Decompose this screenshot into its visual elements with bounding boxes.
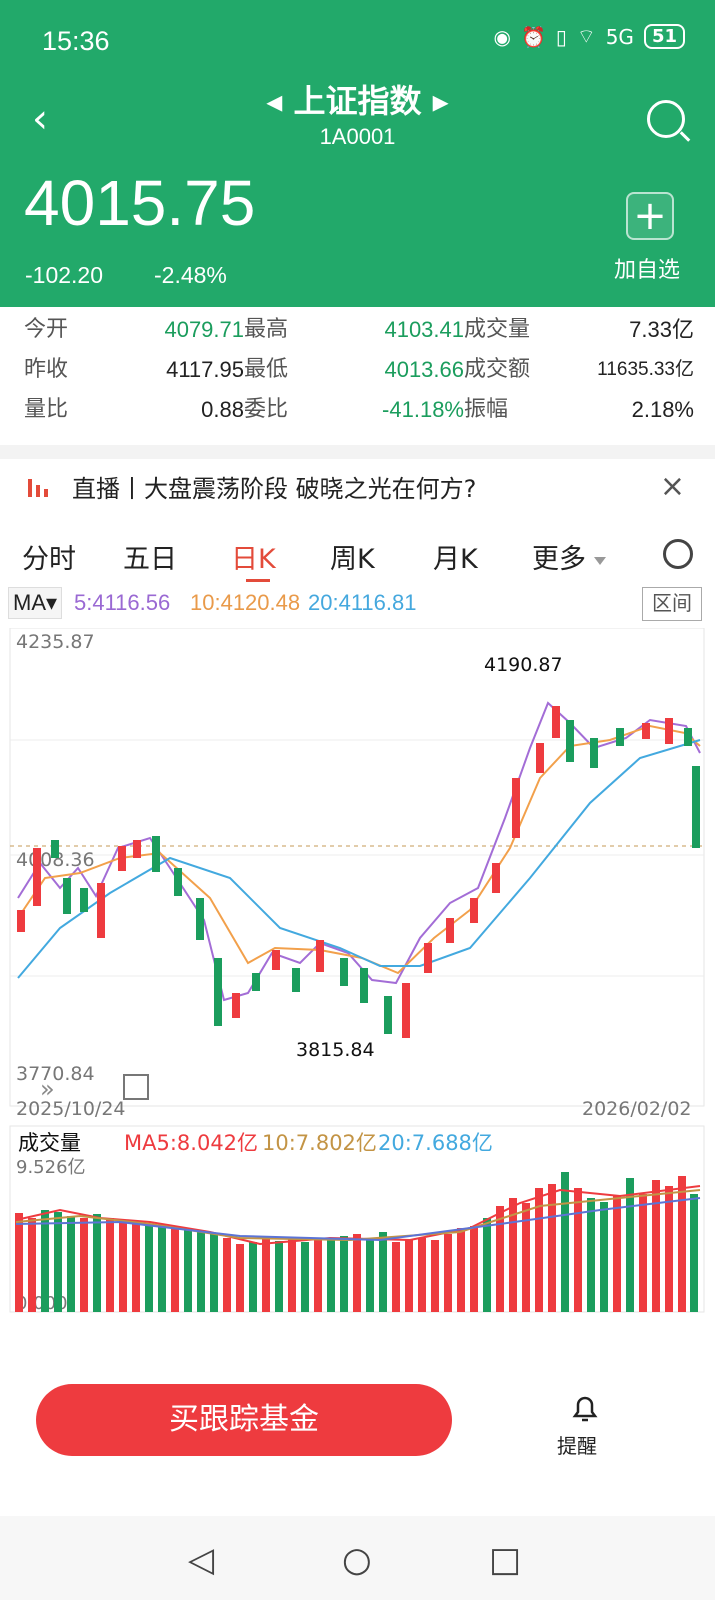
recent-apps-icon[interactable]: □ [489, 1540, 521, 1580]
close-icon[interactable]: × [660, 469, 685, 504]
stock-name: 上证指数 [293, 82, 422, 120]
back-navigation-icon[interactable]: ◁ [188, 1540, 214, 1580]
stat-label: 昨收 [24, 357, 69, 382]
stat-value: 4013.66 [384, 357, 464, 382]
start-date-label: 2025/10/24 [16, 1098, 126, 1120]
current-price: 4015.75 [24, 167, 256, 239]
stat-label: 成交量 [464, 317, 531, 342]
vibrate-icon: ▯ [555, 24, 567, 49]
stat-label: 振幅 [464, 397, 509, 422]
stat-value: 4117.95 [166, 357, 244, 382]
low-price-label: 3815.84 [296, 1039, 375, 1061]
stat-value: 7.33亿 [629, 317, 694, 342]
volume-ma5: MA5:8.042亿 [124, 1131, 258, 1155]
stock-header: 15:36 ◉ ⏰ ▯ ⌔ 5G 51 ‹ ◂ 上证指数 ▸ 1A0001 40… [0, 0, 715, 307]
previous-stock-icon[interactable]: ◂ [266, 82, 293, 120]
tab-daily-k[interactable]: 日K [231, 537, 276, 582]
stat-label: 成交额 [464, 357, 531, 382]
stat-label: 今开 [24, 317, 69, 342]
moving-average-row: MA▾ 5:4116.56 10:4120.48 20:4116.81 区间 [8, 587, 708, 623]
price-axis-max: 4235.87 [16, 631, 95, 653]
k-line-chart[interactable]: 4235.87 4008.36 3770.84 4190.87 3815.84 … [0, 628, 715, 1328]
price-change: -102.20 [25, 262, 104, 288]
stock-code: 1A0001 [319, 124, 396, 149]
network-label: 5G [605, 24, 634, 49]
dropdown-caret-icon [594, 556, 606, 565]
stat-label: 委比 [244, 397, 289, 422]
settings-icon[interactable] [663, 539, 693, 569]
ma-label: MA [13, 590, 46, 615]
status-time: 15:36 [42, 26, 110, 56]
stat-label: 量比 [24, 397, 69, 422]
news-headline[interactable]: 直播丨大盘震荡阶段 破晓之光在何方? [72, 469, 476, 504]
add-watchlist-button[interactable]: + [626, 192, 674, 240]
volume-ma20: 20:7.688亿 [378, 1131, 493, 1155]
volume-label[interactable]: 成交量 [18, 1131, 81, 1155]
stat-value: 4079.71 [164, 317, 244, 342]
volume-axis-max: 9.526亿 [16, 1157, 86, 1178]
stat-value: 11635.33亿 [597, 359, 694, 380]
add-watchlist-label[interactable]: 加自选 [614, 252, 680, 284]
expand-left-icon[interactable]: » [40, 1075, 55, 1103]
eye-icon: ◉ [493, 24, 511, 49]
end-date-label: 2026/02/02 [582, 1098, 692, 1120]
price-change-percent: -2.48% [154, 262, 227, 288]
search-icon[interactable] [647, 100, 685, 138]
ma-selector[interactable]: MA▾ [8, 587, 62, 619]
volume-ma10: 10:7.802亿 [262, 1131, 377, 1155]
tab-monthly-k[interactable]: 月K [433, 537, 478, 576]
ma5-value: 5:4116.56 [74, 590, 171, 615]
status-icons: ◉ ⏰ ▯ ⌔ 5G 51 [494, 24, 685, 49]
price-axis-min: 3770.84 [16, 1063, 95, 1085]
tab-weekly-k[interactable]: 周K [330, 537, 375, 576]
tab-more-label: 更多 [532, 544, 586, 575]
stat-label: 最高 [244, 317, 289, 342]
tab-five-day[interactable]: 五日 [123, 537, 177, 576]
tab-more[interactable]: 更多 [532, 537, 606, 576]
stat-label: 最低 [244, 357, 289, 382]
stat-value: 0.88 [201, 397, 244, 422]
buy-tracking-fund-button[interactable]: 买跟踪基金 [36, 1384, 452, 1456]
high-price-label: 4190.87 [484, 654, 563, 676]
bell-icon[interactable] [570, 1392, 600, 1426]
page-title: ◂ 上证指数 ▸ [0, 76, 715, 122]
live-bars-icon [28, 475, 56, 497]
section-divider [0, 445, 715, 459]
next-stock-icon[interactable]: ▸ [433, 82, 449, 120]
battery-indicator: 51 [643, 24, 685, 49]
home-navigation-icon[interactable]: ○ [342, 1540, 372, 1580]
alarm-icon: ⏰ [520, 24, 546, 49]
wifi-icon: ⌔ [576, 24, 596, 48]
stat-value: 2.18% [631, 397, 694, 422]
stat-value: -41.18% [382, 397, 464, 422]
range-button[interactable]: 区间 [642, 587, 702, 621]
remind-label[interactable]: 提醒 [557, 1430, 597, 1459]
ma20-value: 20:4116.81 [308, 590, 417, 615]
market-stats: 今开 4079.71 最高 4103.41 成交量 7.33亿 昨收 4117.95 最低 40… [24, 316, 694, 424]
k-chart-frame [9, 628, 705, 1107]
ma10-value: 10:4120.48 [190, 590, 301, 615]
tab-intraday[interactable]: 分时 [22, 537, 76, 576]
stat-value: 4103.41 [384, 317, 464, 342]
live-news-banner[interactable]: 直播丨大盘震荡阶段 破晓之光在何方? × [0, 460, 715, 512]
chart-tabs: 分时 五日 日K 周K 月K 更多 [0, 525, 715, 583]
